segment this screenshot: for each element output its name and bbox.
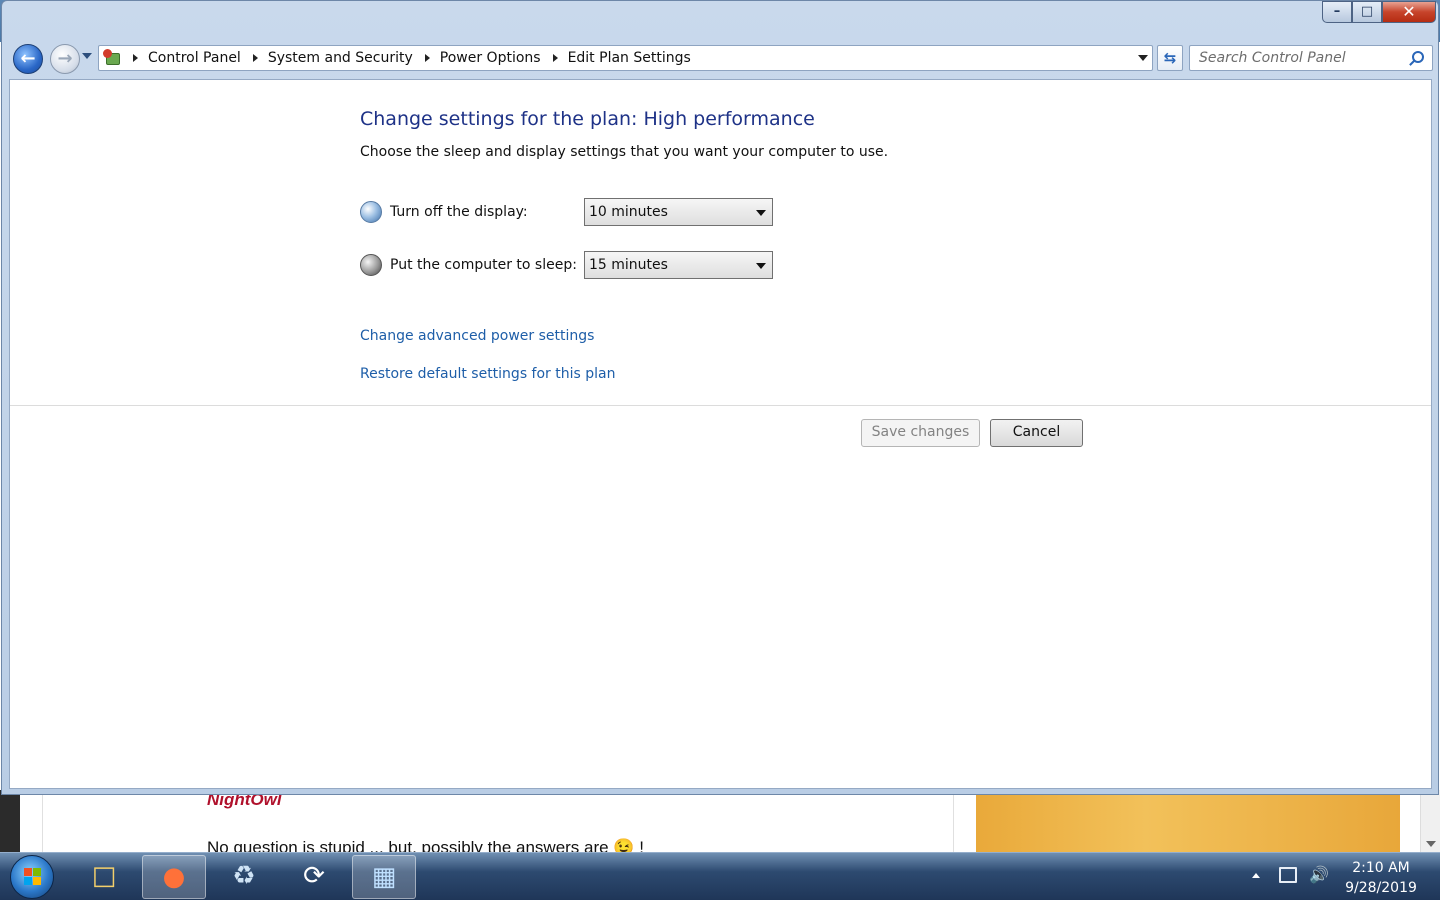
display-timeout-label: Turn off the display: bbox=[390, 204, 528, 220]
system-clock[interactable]: 2:10 AM 9/28/2019 bbox=[1336, 858, 1426, 898]
save-changes-button[interactable]: Save changes bbox=[861, 419, 980, 447]
breadcrumb-chevron-icon[interactable] bbox=[252, 54, 258, 62]
breadcrumb-edit-plan-settings[interactable]: Edit Plan Settings bbox=[568, 50, 691, 66]
search-box[interactable] bbox=[1189, 45, 1433, 71]
chevron-down-icon bbox=[756, 210, 766, 216]
clock-date: 9/28/2019 bbox=[1345, 880, 1417, 896]
refresh-icon: ⇆ bbox=[1163, 49, 1177, 67]
background-forum-post: NightOwl No question is stupid ... but, … bbox=[42, 790, 954, 857]
minimize-button[interactable]: – bbox=[1322, 1, 1352, 23]
sleep-timeout-value: 15 minutes bbox=[589, 257, 668, 273]
section-divider bbox=[10, 405, 1431, 406]
address-history-dropdown-icon[interactable] bbox=[1138, 55, 1148, 61]
network-icon[interactable] bbox=[1279, 867, 1297, 883]
minimize-icon: – bbox=[1333, 4, 1341, 19]
breadcrumb-chevron-icon[interactable] bbox=[552, 54, 558, 62]
address-bar[interactable]: Control Panel System and Security Power … bbox=[98, 45, 1153, 71]
forward-button[interactable]: → bbox=[50, 44, 80, 74]
control-panel-window: – □ ✕ ← → Control Panel System and Secur… bbox=[1, 0, 1439, 795]
control-panel-icon: ▦ bbox=[371, 862, 397, 892]
main-content-pane: Change settings for the plan: High perfo… bbox=[9, 79, 1432, 789]
close-icon: ✕ bbox=[1402, 2, 1416, 21]
recent-pages-dropdown[interactable] bbox=[82, 53, 92, 59]
navigation-bar: ← → Control Panel System and Security Po… bbox=[2, 41, 1438, 75]
sleep-timeout-select[interactable]: 15 minutes bbox=[584, 251, 773, 279]
search-input[interactable] bbox=[1190, 46, 1400, 70]
back-button[interactable]: ← bbox=[13, 44, 43, 74]
taskbar-firefox[interactable]: ● bbox=[142, 855, 206, 899]
close-button[interactable]: ✕ bbox=[1382, 1, 1436, 23]
recycle-bin-icon: ♻ bbox=[232, 861, 256, 891]
refresh-arrows-icon: ⟳ bbox=[303, 861, 325, 891]
volume-icon[interactable]: 🔊 bbox=[1309, 865, 1329, 884]
moon-icon bbox=[360, 254, 382, 276]
windows-logo-icon bbox=[24, 868, 42, 886]
taskbar-recycle-bin[interactable]: ♻ bbox=[212, 855, 276, 899]
background-left-strip bbox=[0, 790, 20, 855]
display-icon bbox=[360, 201, 382, 223]
firefox-icon: ● bbox=[162, 862, 186, 892]
page-description: Choose the sleep and display settings th… bbox=[360, 144, 889, 160]
cancel-button[interactable]: Cancel bbox=[990, 419, 1083, 447]
display-timeout-value: 10 minutes bbox=[589, 204, 668, 220]
maximize-icon: □ bbox=[1360, 4, 1374, 19]
taskbar: □ ● ♻ ⟳ ▦ 🔊 2:10 AM 9/28/2019 bbox=[0, 852, 1440, 900]
start-button[interactable] bbox=[10, 855, 54, 899]
page-title: Change settings for the plan: High perfo… bbox=[360, 108, 815, 130]
arrow-right-icon: → bbox=[57, 48, 73, 69]
breadcrumb-chevron-icon[interactable] bbox=[424, 54, 430, 62]
folder-icon: □ bbox=[91, 861, 117, 891]
show-hidden-icons-button[interactable] bbox=[1252, 873, 1260, 878]
breadcrumb-control-panel[interactable]: Control Panel bbox=[148, 50, 241, 66]
maximize-button[interactable]: □ bbox=[1352, 1, 1382, 23]
scroll-down-arrow-icon[interactable] bbox=[1426, 841, 1436, 847]
display-timeout-select[interactable]: 10 minutes bbox=[584, 198, 773, 226]
taskbar-control-panel[interactable]: ▦ bbox=[352, 855, 416, 899]
taskbar-update-tool[interactable]: ⟳ bbox=[282, 855, 346, 899]
advanced-power-settings-link[interactable]: Change advanced power settings bbox=[360, 328, 594, 344]
control-panel-icon bbox=[103, 48, 123, 68]
taskbar-windows-explorer[interactable]: □ bbox=[72, 855, 136, 899]
clock-time: 2:10 AM bbox=[1352, 860, 1410, 876]
breadcrumb-chevron-icon[interactable] bbox=[133, 54, 138, 62]
arrow-left-icon: ← bbox=[20, 48, 36, 69]
sleep-timeout-label: Put the computer to sleep: bbox=[390, 257, 577, 273]
search-icon[interactable] bbox=[1412, 51, 1424, 63]
background-scrollbar[interactable] bbox=[1420, 790, 1440, 855]
breadcrumb-system-and-security[interactable]: System and Security bbox=[268, 50, 413, 66]
window-caption-buttons: – □ ✕ bbox=[1322, 1, 1436, 27]
refresh-button[interactable]: ⇆ bbox=[1157, 45, 1183, 71]
breadcrumb-power-options[interactable]: Power Options bbox=[440, 50, 541, 66]
chevron-down-icon bbox=[756, 263, 766, 269]
background-banner-image bbox=[976, 790, 1400, 855]
restore-defaults-link[interactable]: Restore default settings for this plan bbox=[360, 366, 616, 382]
